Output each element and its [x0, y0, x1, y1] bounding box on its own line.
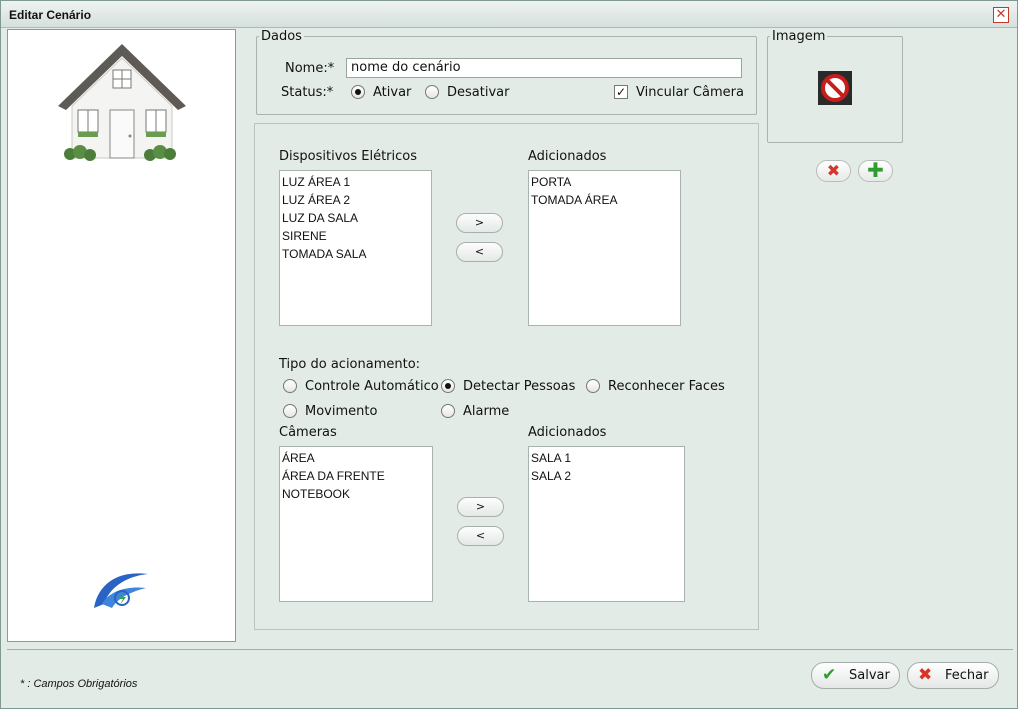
- acionamento-controle-automatico-radio[interactable]: [283, 379, 297, 393]
- close-button[interactable]: ✖ Fechar: [907, 662, 999, 689]
- save-button[interactable]: ✔ Salvar: [811, 662, 900, 689]
- dispositivos-label: Dispositivos Elétricos: [279, 149, 417, 164]
- remove-image-button[interactable]: ✖: [816, 160, 851, 182]
- cameras-label: Câmeras: [279, 425, 337, 440]
- list-item[interactable]: PORTA: [529, 173, 680, 191]
- list-item[interactable]: LUZ ÁREA 2: [280, 191, 431, 209]
- status-desativar-radio[interactable]: [425, 85, 439, 99]
- acionamento-alarme-label[interactable]: Alarme: [463, 404, 509, 419]
- imagem-legend: Imagem: [772, 29, 826, 44]
- window-title: Editar Cenário: [9, 8, 92, 22]
- vincular-camera-label[interactable]: Vincular Câmera: [636, 85, 744, 100]
- dispositivos-add-button[interactable]: >: [456, 213, 503, 233]
- list-item[interactable]: LUZ ÁREA 1: [280, 173, 431, 191]
- close-window-icon[interactable]: ✕: [993, 7, 1009, 23]
- cameras-added-list[interactable]: SALA 1 SALA 2: [528, 446, 685, 602]
- cameras-available-list[interactable]: ÁREA ÁREA DA FRENTE NOTEBOOK: [279, 446, 433, 602]
- checkmark-icon: ✔: [822, 665, 837, 685]
- status-ativar-label[interactable]: Ativar: [373, 85, 411, 100]
- app-logo: [94, 573, 148, 608]
- acionamento-movimento-label[interactable]: Movimento: [305, 404, 377, 419]
- close-icon: ✖: [918, 665, 933, 685]
- status-desativar-label[interactable]: Desativar: [447, 85, 509, 100]
- acionamento-detectar-pessoas-radio[interactable]: [441, 379, 455, 393]
- house-illustration: [58, 44, 186, 161]
- nome-input[interactable]: nome do cenário: [346, 58, 742, 78]
- acionamento-reconhecer-faces-radio[interactable]: [586, 379, 600, 393]
- dados-legend: Dados: [261, 29, 302, 44]
- status-label: Status:*: [281, 85, 334, 100]
- acionamento-reconhecer-faces-label[interactable]: Reconhecer Faces: [608, 379, 725, 394]
- list-item[interactable]: ÁREA DA FRENTE: [280, 467, 432, 485]
- acionamento-detectar-pessoas-label[interactable]: Detectar Pessoas: [463, 379, 575, 394]
- list-item[interactable]: SALA 2: [529, 467, 684, 485]
- dispositivos-added-label: Adicionados: [528, 149, 607, 164]
- title-bar: Editar Cenário ✕: [1, 1, 1017, 28]
- no-image-icon: [818, 71, 852, 105]
- status-ativar-radio[interactable]: [351, 85, 365, 99]
- list-item[interactable]: LUZ DA SALA: [280, 209, 431, 227]
- nome-label: Nome:*: [285, 61, 335, 76]
- save-button-label: Salvar: [849, 668, 890, 683]
- dispositivos-added-list[interactable]: PORTA TOMADA ÁREA: [528, 170, 681, 326]
- left-illustration-panel: [7, 29, 236, 642]
- list-item[interactable]: SIRENE: [280, 227, 431, 245]
- cameras-remove-button[interactable]: <: [457, 526, 504, 546]
- edit-scenario-window: Editar Cenário ✕ Dados Nome:* nome do ce…: [0, 0, 1018, 709]
- list-item[interactable]: SALA 1: [529, 449, 684, 467]
- list-item[interactable]: TOMADA SALA: [280, 245, 431, 263]
- list-item[interactable]: TOMADA ÁREA: [529, 191, 680, 209]
- cameras-add-button[interactable]: >: [457, 497, 504, 517]
- vincular-camera-checkbox[interactable]: ✓: [614, 85, 628, 99]
- list-item[interactable]: NOTEBOOK: [280, 485, 432, 503]
- dispositivos-available-list[interactable]: LUZ ÁREA 1 LUZ ÁREA 2 LUZ DA SALA SIRENE…: [279, 170, 432, 326]
- add-image-button[interactable]: ✚: [858, 160, 893, 182]
- acionamento-movimento-radio[interactable]: [283, 404, 297, 418]
- acionamento-controle-automatico-label[interactable]: Controle Automático: [305, 379, 439, 394]
- list-item[interactable]: ÁREA: [280, 449, 432, 467]
- dispositivos-remove-button[interactable]: <: [456, 242, 503, 262]
- acionamento-label: Tipo do acionamento:: [279, 357, 421, 372]
- cameras-added-label: Adicionados: [528, 425, 607, 440]
- required-fields-note: * : Campos Obrigatórios: [20, 678, 138, 690]
- acionamento-alarme-radio[interactable]: [441, 404, 455, 418]
- close-button-label: Fechar: [945, 668, 989, 683]
